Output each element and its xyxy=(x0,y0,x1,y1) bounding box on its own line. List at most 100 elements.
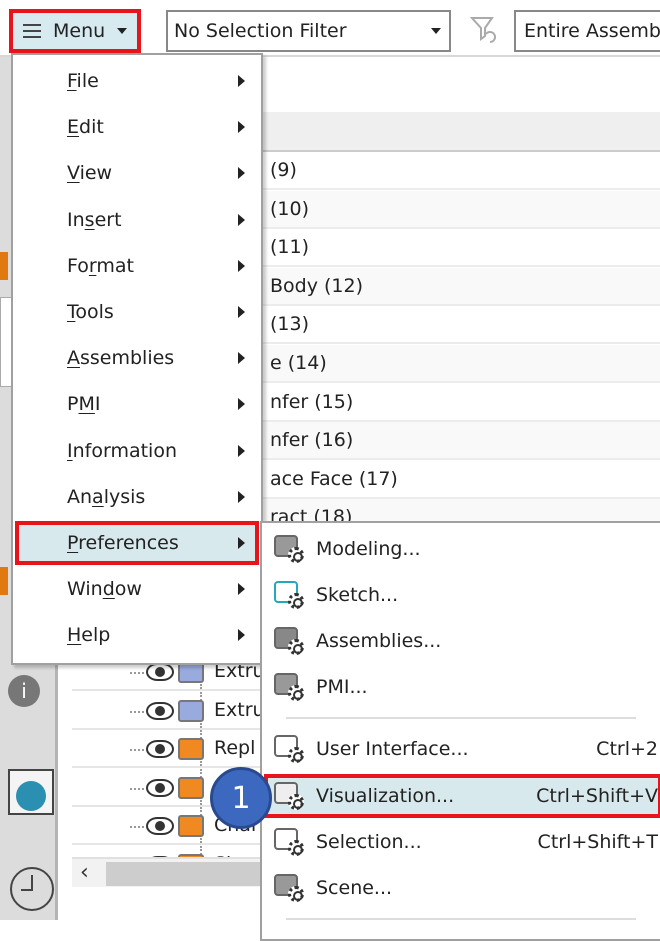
tree-line xyxy=(130,826,144,829)
eye-icon[interactable] xyxy=(146,778,174,797)
navigator-row[interactable]: (9) xyxy=(262,152,660,190)
tree-label: Repl xyxy=(214,737,256,760)
menu-item-label: Edit xyxy=(67,116,104,139)
menu-item-preferences[interactable]: Preferences xyxy=(15,521,259,565)
menu-item-label: Format xyxy=(67,254,134,277)
navigator-row[interactable]: (13) xyxy=(262,306,660,345)
tree-row[interactable]: Repl xyxy=(72,730,262,769)
submenu-item-label: User Interface... xyxy=(316,738,469,760)
filter-reset-icon[interactable] xyxy=(468,14,502,48)
menu-item-label: Help xyxy=(67,624,111,647)
menu-item-format[interactable]: Format xyxy=(15,244,259,288)
navigator-row[interactable]: (11) xyxy=(262,229,660,268)
main-menu-dropdown: File Edit View Insert Format Tools Assemblies P… xyxy=(11,53,263,665)
submenu-item-pmi[interactable]: PMI... xyxy=(264,665,660,709)
row-label: (10) xyxy=(270,197,310,220)
menu-item-file[interactable]: File xyxy=(15,59,259,103)
scroll-left-icon[interactable]: ‹ xyxy=(80,860,89,885)
row-label: ace Face (17) xyxy=(270,467,398,490)
shortcut-label: Ctrl+2 xyxy=(596,738,658,760)
row-label: Body (12) xyxy=(270,274,364,297)
tree-line xyxy=(130,787,144,790)
menu-item-information[interactable]: Information xyxy=(15,429,259,473)
eye-icon[interactable] xyxy=(146,663,174,681)
eye-icon[interactable] xyxy=(146,817,174,836)
shortcut-label: Ctrl+Shift+V xyxy=(536,785,658,807)
menu-item-label: Assemblies xyxy=(67,347,175,370)
scrollbar-thumb[interactable] xyxy=(106,862,266,886)
submenu-item-label: Visualization... xyxy=(316,785,455,807)
menu-item-label: PMI xyxy=(67,393,101,416)
row-label: nfer (15) xyxy=(270,390,354,413)
eye-icon[interactable] xyxy=(146,701,174,720)
shortcut-label: Ctrl+Shift+T xyxy=(537,831,658,853)
menu-item-assemblies[interactable]: Assemblies xyxy=(15,336,259,380)
info-icon[interactable]: i xyxy=(8,675,40,707)
submenu-arrow-icon xyxy=(238,75,245,87)
submenu-item-sketch[interactable]: Sketch... xyxy=(264,573,660,617)
menu-item-pmi[interactable]: PMI xyxy=(15,382,259,426)
scope-dropdown[interactable]: Entire Assemb xyxy=(514,10,660,52)
menu-item-label: Window xyxy=(67,578,142,601)
row-label: (11) xyxy=(270,236,310,259)
modeling-prefs-icon xyxy=(274,535,304,563)
feature-icon xyxy=(178,815,204,838)
submenu-item-label: PMI... xyxy=(316,676,368,698)
submenu-item-assemblies[interactable]: Assemblies... xyxy=(264,619,660,663)
menu-item-tools[interactable]: Tools xyxy=(15,290,259,334)
tree-line xyxy=(130,710,144,713)
clock-icon[interactable] xyxy=(10,867,54,911)
tree-line xyxy=(130,672,144,674)
tab-marker xyxy=(0,252,8,280)
submenu-item-scene[interactable]: Scene... xyxy=(264,866,660,910)
globe-window-icon[interactable] xyxy=(8,769,54,815)
navigator-row[interactable]: (10) xyxy=(262,190,660,229)
submenu-arrow-icon xyxy=(238,583,245,596)
submenu-arrow-icon xyxy=(238,398,245,411)
submenu-item-modeling[interactable]: Modeling... xyxy=(264,527,660,571)
menu-item-edit[interactable]: Edit xyxy=(15,105,259,149)
pmi-prefs-icon xyxy=(274,673,304,701)
submenu-arrow-icon xyxy=(238,444,245,457)
row-label: (13) xyxy=(270,313,310,336)
navigator-row[interactable]: ace Face (17) xyxy=(262,461,660,499)
submenu-arrow-icon xyxy=(238,306,245,318)
menu-item-label: Insert xyxy=(67,208,122,231)
menu-item-analysis[interactable]: Analysis xyxy=(15,475,259,519)
menu-item-label: Information xyxy=(67,439,177,462)
menu-item-label: File xyxy=(67,70,99,92)
submenu-arrow-icon xyxy=(238,537,245,549)
submenu-item-label: Sketch... xyxy=(316,584,399,606)
menu-item-label: View xyxy=(67,162,113,185)
menu-item-help[interactable]: Help xyxy=(15,613,259,657)
sketch-prefs-icon xyxy=(274,581,304,609)
submenu-item-selection[interactable]: Selection... Ctrl+Shift+T xyxy=(264,820,660,864)
caret-down-icon xyxy=(431,28,441,34)
menu-item-view[interactable]: View xyxy=(15,151,259,195)
navigator-row[interactable]: e (14) xyxy=(262,345,660,383)
horizontal-scrollbar[interactable]: ‹ xyxy=(72,857,266,887)
feature-icon xyxy=(178,699,204,722)
submenu-item-label: Scene... xyxy=(316,877,393,899)
submenu-arrow-icon xyxy=(238,490,245,503)
selection-filter-value: No Selection Filter xyxy=(174,20,347,42)
navigator-row[interactable]: nfer (15) xyxy=(262,384,660,422)
submenu-arrow-icon xyxy=(238,213,245,226)
selection-prefs-icon xyxy=(274,828,304,856)
menu-item-window[interactable]: Window xyxy=(15,567,259,611)
selection-filter-dropdown[interactable]: No Selection Filter xyxy=(166,10,451,52)
navigator-row[interactable]: Body (12) xyxy=(262,267,660,306)
submenu-item-visualization[interactable]: Visualization... Ctrl+Shift+V xyxy=(264,774,660,818)
submenu-item-label: Selection... xyxy=(316,831,422,853)
preferences-submenu: Modeling... Sketch... Assemblies... PMI... U… xyxy=(260,521,660,941)
menu-item-insert[interactable]: Insert xyxy=(15,198,259,242)
tree-row[interactable]: Extru xyxy=(72,691,262,730)
navigator-row[interactable]: nfer (16) xyxy=(262,422,660,461)
menu-item-label: Analysis xyxy=(67,485,146,508)
hamburger-icon xyxy=(23,24,41,38)
eye-icon[interactable] xyxy=(146,740,174,759)
submenu-item-userinterface[interactable]: User Interface... Ctrl+2 xyxy=(264,727,660,771)
menu-button[interactable]: Menu xyxy=(9,9,141,53)
row-label: (9) xyxy=(270,159,297,181)
visualization-prefs-icon xyxy=(274,782,304,810)
